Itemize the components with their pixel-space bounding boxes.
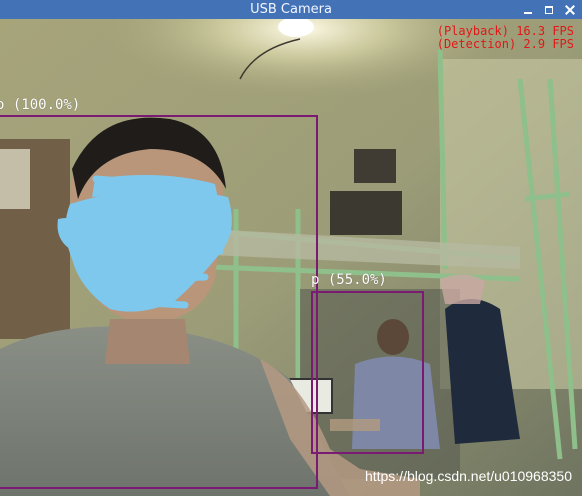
- detection-box-1: [0, 115, 318, 489]
- detection-label-2: p (55.0%): [311, 272, 387, 288]
- window-titlebar[interactable]: USB Camera: [0, 0, 582, 19]
- wall-poster-top: [354, 149, 396, 183]
- hanging-towel: [440, 274, 485, 304]
- detection-box-2: [311, 291, 424, 454]
- detection-label-1: o (100.0%): [0, 97, 81, 113]
- close-icon[interactable]: [564, 4, 576, 16]
- maximize-icon[interactable]: [543, 4, 555, 16]
- wall-poster-bottom: [330, 191, 402, 235]
- watermark-text: https://blog.csdn.net/u010968350: [364, 468, 572, 484]
- window-controls: [522, 0, 576, 19]
- detection-fps-readout: (Detection) 2.9 FPS: [436, 37, 574, 51]
- camera-feed: o (100.0%) p (55.0%): [0, 19, 582, 496]
- minimize-icon[interactable]: [522, 4, 534, 16]
- window-title: USB Camera: [250, 2, 332, 17]
